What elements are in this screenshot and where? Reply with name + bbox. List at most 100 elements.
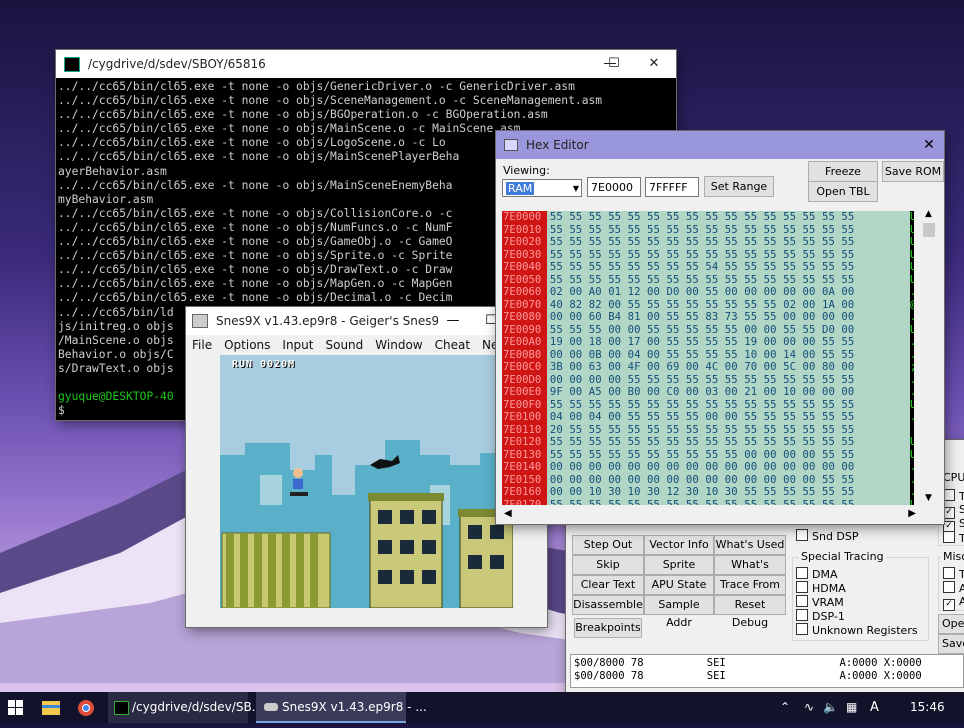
snes-titlebar[interactable]: Snes9X v1.43.ep9r8 - Geiger's Snes9x D..…: [186, 307, 547, 335]
hex-bytes[interactable]: 55 55 55 00 00 55 55 55 55 55 00 00 55 5…: [546, 323, 910, 336]
unknown-registers-checkbox[interactable]: Unknown Registers: [796, 623, 918, 637]
hex-bytes[interactable]: 00 00 00 00 00 00 00 00 00 00 00 00 00 0…: [546, 461, 910, 474]
clear-text-button[interactable]: Clear Text: [572, 575, 644, 595]
hex-row[interactable]: 7E0050 55 55 55 55 55 55 55 55 55 55 55 5…: [502, 273, 914, 286]
hex-row[interactable]: 7E0130 55 55 55 55 55 55 55 55 55 55 00 0…: [502, 448, 914, 461]
hex-row[interactable]: 7E00D0 00 00 00 00 55 55 55 55 55 55 55 5…: [502, 373, 914, 386]
scroll-up-icon[interactable]: ▲: [925, 209, 932, 219]
hex-row[interactable]: 7E0040 55 55 55 55 55 55 55 55 54 55 55 5…: [502, 261, 914, 274]
trace-output[interactable]: $00/8000 78 SEI A:0000 X:0000 $00/8000 78…: [570, 654, 964, 688]
hex-vertical-scrollbar[interactable]: ▲ ▼: [920, 209, 938, 505]
set-range-button[interactable]: Set Range: [704, 176, 774, 197]
volume-icon[interactable]: 🔈: [823, 692, 838, 723]
hex-bytes[interactable]: 20 55 55 55 55 55 55 55 55 55 55 55 55 5…: [546, 423, 911, 436]
hex-bytes[interactable]: 55 55 55 55 55 55 55 55 55 55 55 55 55 5…: [546, 436, 910, 449]
hex-bytes[interactable]: 55 55 55 55 55 55 55 55 55 55 55 55 55 5…: [546, 398, 910, 411]
hex-grid[interactable]: 7E0000 55 55 55 55 55 55 55 55 55 55 55 5…: [502, 211, 914, 505]
hex-bytes[interactable]: 55 55 55 55 55 55 55 55 55 55 00 00 00 0…: [546, 448, 910, 461]
sprite-status-button[interactable]: Sprite Status: [644, 555, 714, 589]
dsp1-checkbox[interactable]: DSP-1: [796, 609, 845, 623]
terminal-close-button[interactable]: ✕: [632, 50, 676, 78]
save-button[interactable]: Save: [938, 634, 964, 654]
hex-bytes[interactable]: 04 00 04 00 55 55 55 55 00 00 55 55 55 5…: [546, 411, 910, 424]
hex-row[interactable]: 7E0060 02 00 A0 01 12 00 D0 00 55 00 00 0…: [502, 286, 914, 299]
apu-state-button[interactable]: APU State: [644, 575, 714, 595]
misc-checkbox-2[interactable]: A: [943, 581, 964, 595]
save-rom-button[interactable]: Save ROM: [882, 161, 944, 182]
menu-file[interactable]: File: [186, 335, 218, 355]
hex-row[interactable]: 7E00C0 3B 00 63 00 4F 00 69 00 4C 00 70 0…: [502, 361, 914, 374]
hdma-checkbox[interactable]: HDMA: [796, 581, 846, 595]
trace-from-button[interactable]: Trace From: [714, 575, 786, 595]
sample-addr-button[interactable]: Sample Addr: [644, 595, 714, 629]
skip-button[interactable]: Skip: [572, 555, 644, 575]
hex-bytes[interactable]: 00 00 0B 00 04 00 55 55 55 55 10 00 14 0…: [546, 348, 910, 361]
hex-row[interactable]: 7E00E0 9F 00 A5 00 B0 00 C0 00 03 00 21 0…: [502, 386, 914, 399]
hex-row[interactable]: 7E0100 04 00 04 00 55 55 55 55 00 00 55 5…: [502, 411, 914, 424]
taskbar-terminal[interactable]: /cygdrive/d/sdev/SB...: [108, 692, 263, 723]
clock[interactable]: 15:46: [910, 692, 945, 723]
terminal-maximize-button[interactable]: ☐: [592, 50, 636, 78]
start-windows-icon[interactable]: [8, 692, 28, 723]
whats-used-button[interactable]: What's Used: [714, 535, 786, 555]
hex-bytes[interactable]: 55 55 55 55 55 55 55 55 55 55 55 55 55 5…: [546, 223, 910, 236]
ime-indicator[interactable]: A: [870, 692, 879, 723]
open-button[interactable]: Oper: [938, 614, 964, 634]
hex-row[interactable]: 7E00B0 00 00 0B 00 04 00 55 55 55 55 10 0…: [502, 348, 914, 361]
snes9x-window[interactable]: Snes9X v1.43.ep9r8 - Geiger's Snes9x D..…: [186, 307, 547, 627]
vram-checkbox[interactable]: VRAM: [796, 595, 844, 609]
scroll-left-icon[interactable]: ◀: [504, 508, 512, 519]
hex-bytes[interactable]: 9F 00 A5 00 B0 00 C0 00 03 00 21 00 10 0…: [546, 386, 910, 399]
menu-options[interactable]: Options: [218, 335, 276, 355]
hex-bytes[interactable]: 00 00 00 00 00 00 00 00 00 00 00 00 00 0…: [546, 473, 910, 486]
hex-close-button[interactable]: ✕: [914, 131, 944, 159]
hex-bytes[interactable]: 55 55 55 55 55 55 55 55 55 55 55 55 55 5…: [546, 248, 910, 261]
menu-sound[interactable]: Sound: [319, 335, 369, 355]
hex-bytes[interactable]: 19 00 18 00 17 00 55 55 55 55 19 00 00 0…: [546, 336, 910, 349]
snd-dsp-checkbox[interactable]: Snd DSP: [796, 529, 859, 543]
hex-bytes[interactable]: 00 00 00 00 55 55 55 55 55 55 55 55 55 5…: [546, 373, 910, 386]
menu-cheat[interactable]: Cheat: [429, 335, 476, 355]
hex-bytes[interactable]: 02 00 A0 01 12 00 D0 00 55 00 00 00 00 0…: [546, 286, 910, 299]
start-address-input[interactable]: 7E0000: [587, 177, 641, 197]
dma-checkbox[interactable]: DMA: [796, 567, 838, 581]
hex-bytes[interactable]: 55 55 55 55 55 55 55 55 55 55 55 55 55 5…: [546, 236, 910, 249]
game-screen[interactable]: RUN 0020M: [220, 355, 513, 608]
end-address-input[interactable]: 7FFFFF: [645, 177, 699, 197]
hex-row[interactable]: 7E0010 55 55 55 55 55 55 55 55 55 55 55 5…: [502, 223, 914, 236]
chrome-icon[interactable]: [78, 692, 100, 723]
network-icon[interactable]: ∿: [804, 692, 814, 723]
notification-icon[interactable]: ▦: [846, 692, 857, 723]
hex-bytes[interactable]: 55 55 55 55 55 55 55 55 55 55 55 55 55 5…: [546, 273, 910, 286]
hex-row[interactable]: 7E0150 00 00 00 00 00 00 00 00 00 00 00 0…: [502, 473, 914, 486]
hex-row[interactable]: 7E0070 40 82 82 00 55 55 55 55 55 55 55 5…: [502, 298, 914, 311]
chevron-up-icon[interactable]: ⌃: [780, 692, 790, 723]
open-tbl-button[interactable]: Open TBL: [808, 181, 878, 202]
hex-bytes[interactable]: 00 00 10 30 10 30 12 30 10 30 55 55 55 5…: [546, 486, 910, 499]
scroll-thumb[interactable]: [923, 223, 935, 237]
cpu-checkbox-4[interactable]: T: [943, 531, 964, 545]
cpu-checkbox-1[interactable]: T: [943, 489, 964, 503]
hex-bytes[interactable]: 00 00 60 B4 81 00 55 55 83 73 55 55 00 0…: [546, 311, 910, 324]
file-explorer-icon[interactable]: [42, 692, 66, 723]
freeze-button[interactable]: Freeze: [808, 161, 878, 182]
snes-minimize-button[interactable]: —: [436, 307, 470, 335]
hex-row[interactable]: 7E0120 55 55 55 55 55 55 55 55 55 55 55 5…: [502, 436, 914, 449]
hex-row[interactable]: 7E0140 00 00 00 00 00 00 00 00 00 00 00 0…: [502, 461, 914, 474]
hex-editor-titlebar[interactable]: Hex Editor ✕: [496, 131, 944, 159]
hex-bytes[interactable]: 3B 00 63 00 4F 00 69 00 4C 00 70 00 5C 0…: [546, 361, 910, 374]
hex-row[interactable]: 7E0090 55 55 55 00 00 55 55 55 55 55 00 0…: [502, 323, 914, 336]
region-select[interactable]: RAM ▼: [502, 179, 582, 197]
hex-row[interactable]: 7E00A0 19 00 18 00 17 00 55 55 55 55 19 0…: [502, 336, 914, 349]
misc-checkbox-1[interactable]: T: [943, 567, 964, 581]
hex-row[interactable]: 7E00F0 55 55 55 55 55 55 55 55 55 55 55 5…: [502, 398, 914, 411]
step-out-button[interactable]: Step Out: [572, 535, 644, 555]
hex-bytes[interactable]: 40 82 82 00 55 55 55 55 55 55 55 55 02 0…: [546, 298, 910, 311]
menu-input[interactable]: Input: [276, 335, 319, 355]
hex-bytes[interactable]: 55 55 55 55 55 55 55 55 55 55 55 55 55 5…: [546, 211, 910, 224]
hex-row[interactable]: 7E0020 55 55 55 55 55 55 55 55 55 55 55 5…: [502, 236, 914, 249]
hex-row[interactable]: 7E0160 00 00 10 30 10 30 12 30 10 30 55 5…: [502, 486, 914, 499]
terminal-titlebar[interactable]: /cygdrive/d/sdev/SBOY/65816 —: [56, 50, 676, 78]
scroll-down-icon[interactable]: ▼: [925, 493, 932, 503]
breakpoints-button[interactable]: Breakpoints: [574, 618, 642, 638]
